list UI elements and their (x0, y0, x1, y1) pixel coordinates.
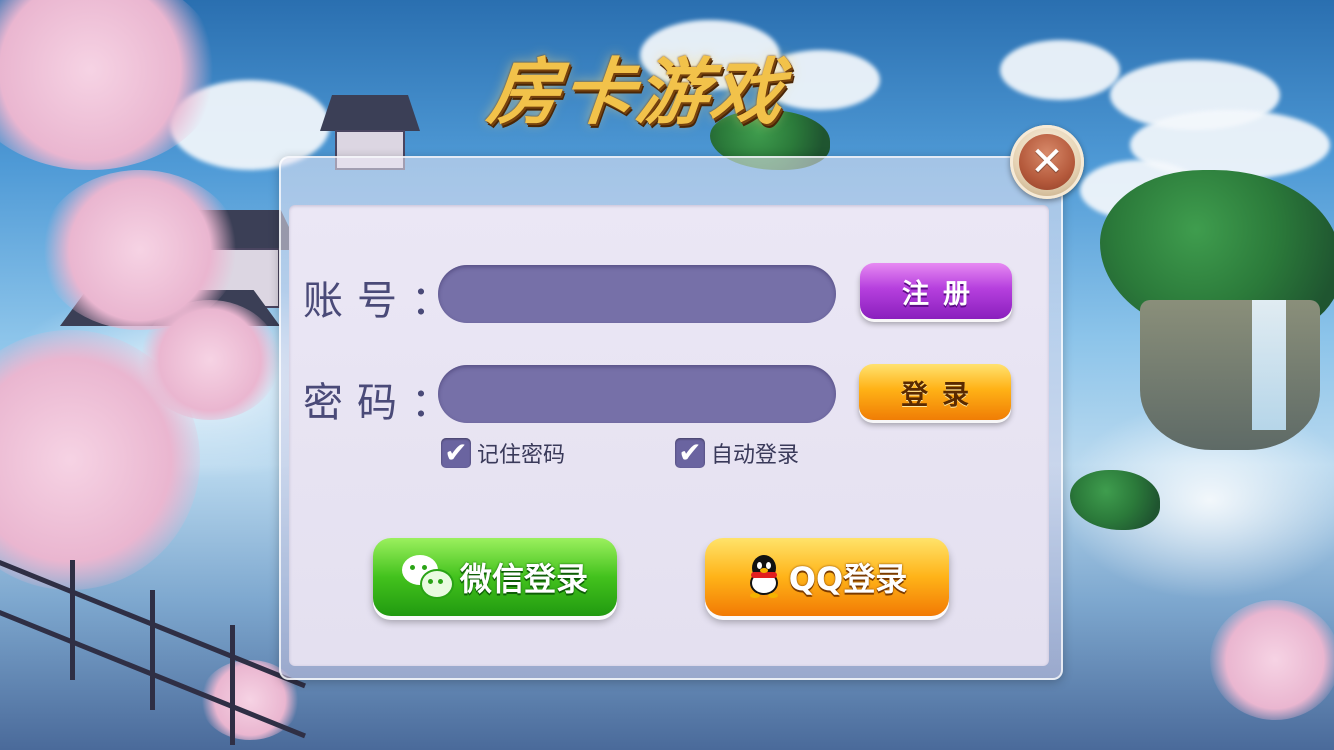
cherry-blossom (140, 300, 280, 420)
remember-password-label: 记住密码 (477, 443, 566, 468)
railing-post (230, 625, 235, 745)
wechat-icon (401, 555, 454, 599)
railing-post (70, 560, 75, 680)
cherry-blossom (1210, 600, 1334, 720)
register-button[interactable]: 注册 (860, 263, 1012, 319)
checkmark-icon: ✔ (675, 438, 705, 468)
account-input[interactable] (438, 265, 836, 323)
cliff-rock (1140, 300, 1320, 450)
auto-login-label: 自动登录 (711, 443, 800, 468)
railing-post (150, 590, 155, 710)
qq-login-button[interactable]: QQ登录 (705, 538, 949, 616)
wechat-login-button[interactable]: 微信登录 (373, 538, 617, 616)
remember-password-checkbox[interactable]: ✔ 记住密码 (441, 437, 565, 469)
password-input[interactable] (438, 365, 836, 423)
checkmark-icon: ✔ (441, 438, 471, 468)
auto-login-checkbox[interactable]: ✔ 自动登录 (675, 437, 799, 469)
close-icon: ✕ (1019, 134, 1075, 190)
game-title-logo: 房卡游戏 (483, 48, 789, 134)
waterfall (1252, 300, 1286, 430)
qq-login-label: QQ登录 (788, 560, 908, 598)
temple-roof (320, 95, 420, 131)
close-button[interactable]: ✕ (1010, 125, 1084, 199)
wechat-login-label: 微信登录 (459, 560, 588, 598)
qq-penguin-icon (747, 555, 781, 599)
cloud (1000, 40, 1120, 100)
login-button[interactable]: 登录 (859, 364, 1011, 420)
